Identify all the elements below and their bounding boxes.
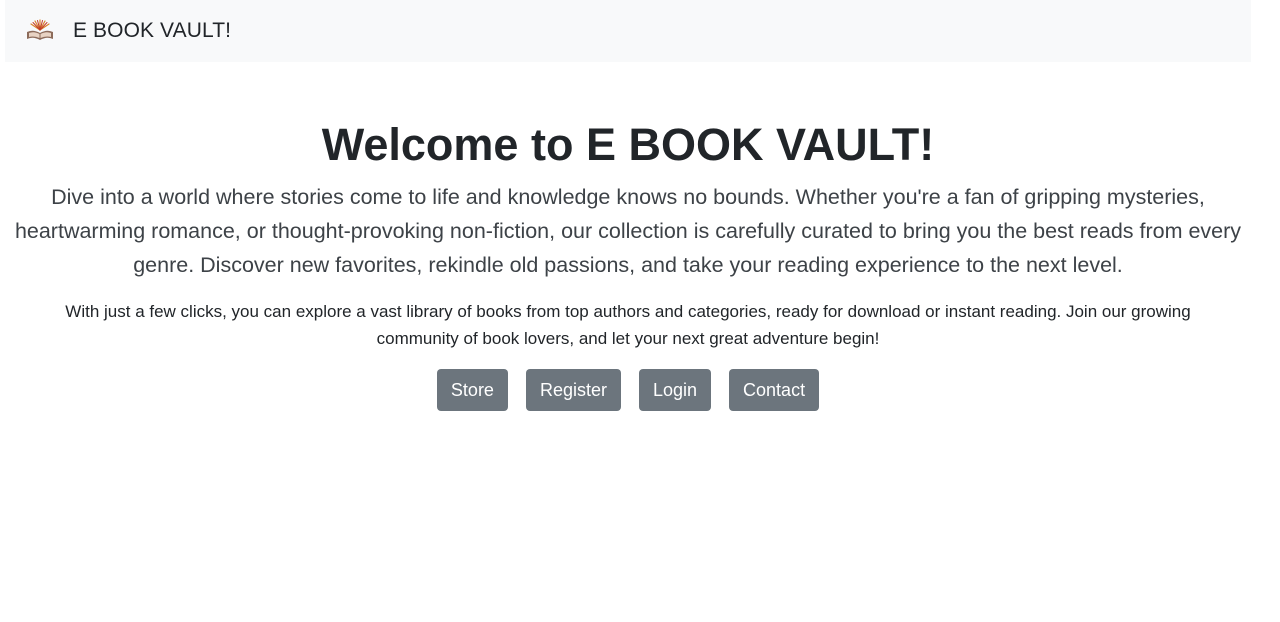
action-buttons: Store Register Login Contact bbox=[0, 369, 1256, 411]
intro-paragraph: With just a few clicks, you can explore … bbox=[65, 302, 1191, 348]
brand-name: E BOOK VAULT! bbox=[73, 19, 232, 42]
hero-section: Welcome to E BOOK VAULT! Dive into a wor… bbox=[0, 112, 1256, 411]
navbar: E BOOK VAULT! bbox=[5, 0, 1251, 62]
open-book-icon bbox=[25, 16, 55, 46]
lead-paragraph: Dive into a world where stories come to … bbox=[14, 185, 1242, 277]
contact-button[interactable]: Contact bbox=[729, 369, 820, 411]
register-button[interactable]: Register bbox=[525, 369, 621, 411]
brand-link[interactable]: E BOOK VAULT! bbox=[25, 16, 231, 46]
store-button[interactable]: Store bbox=[436, 369, 508, 411]
page-title: Welcome to E BOOK VAULT! bbox=[321, 119, 935, 170]
login-button[interactable]: Login bbox=[638, 369, 712, 411]
